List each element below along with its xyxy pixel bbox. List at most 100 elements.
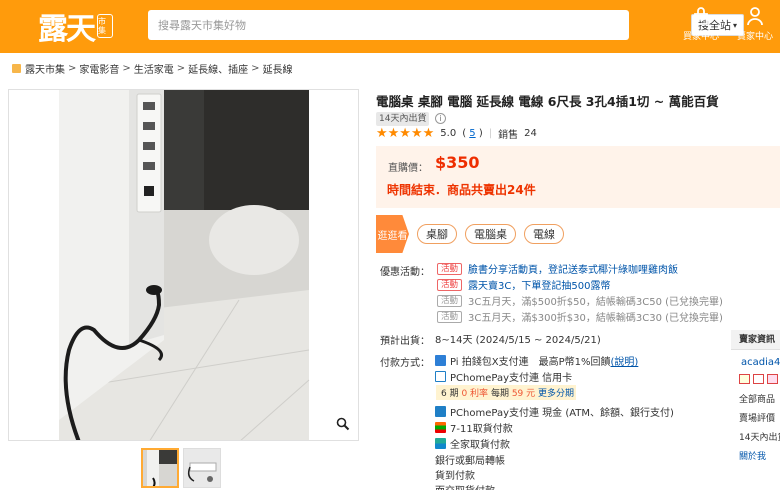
installment-periods: 6 期 — [441, 389, 459, 399]
thumbnail-2[interactable] — [183, 448, 221, 488]
review-count-value: 5 — [469, 128, 476, 139]
price-label: 直購價： — [388, 163, 428, 174]
breadcrumb-separator: > — [68, 62, 77, 74]
review-count-open: ( — [462, 128, 467, 139]
seller-info-header: 賣家資訊 — [731, 330, 780, 350]
seller-info-panel: 賣家資訊 acadia4 全部商品 賣場評價 14天內出貨 關於我 — [731, 330, 780, 490]
seven-eleven-icon — [435, 422, 446, 433]
promo-text: 露天賣3C，下單登記抽500露幣 — [468, 281, 611, 292]
installment-rate: 0 利率 — [461, 389, 489, 399]
seller-badge-icon — [739, 374, 750, 384]
seller-name-link[interactable]: acadia4 — [731, 357, 780, 368]
payment-pchome-cash-text: PChomePay支付連 現金 (ATM、餘額、銀行支付) — [450, 408, 674, 419]
breadcrumb-item[interactable]: 延長線 — [263, 61, 293, 76]
payment-label: 付款方式： — [380, 358, 430, 369]
buyer-center-button[interactable]: 買家中心 — [676, 6, 726, 42]
payment-seven-text: 7-11取貨付款 — [450, 424, 513, 435]
shipping-label: 預計出貨： — [380, 336, 430, 347]
info-icon[interactable]: i — [435, 113, 446, 124]
product-title: 電腦桌 桌腳 電腦 延長線 電線 6尺長 3孔4插1切 ~ 萬能百貨 — [376, 94, 719, 109]
tag-chip[interactable]: 電線 — [524, 224, 564, 244]
divider: | — [488, 128, 493, 139]
installment-amount: 59 元 — [511, 389, 536, 399]
promo-text: 3C五月天，滿$500折$50，結帳輸碼3C50 (已兌換完畢) — [468, 297, 723, 308]
installment-more-link[interactable]: 更多分期 — [538, 386, 574, 399]
auction-ended-text: 時間結束．商品共賣出24件 — [387, 183, 536, 197]
promo-item[interactable]: 活動 露天賣3C，下單登記抽500露幣 — [437, 277, 610, 292]
promo-text: 臉書分享活動頁，登記送泰式椰汁綠咖哩雞肉飯 — [468, 265, 679, 276]
seller-badge-icon — [753, 374, 764, 384]
pchomepay-icon — [435, 371, 446, 382]
tags-row: 逛逛看 桌腳 電腦桌 電線 — [376, 215, 564, 253]
user-icon — [747, 7, 763, 26]
installment-each: 每期 — [490, 389, 509, 399]
breadcrumb-separator: > — [122, 62, 131, 74]
promo-item[interactable]: 活動 臉書分享活動頁，登記送泰式椰汁綠咖哩雞肉飯 — [437, 261, 678, 276]
zoom-icon[interactable] — [336, 417, 350, 434]
seller-center-label: 賣家中心 — [736, 32, 773, 42]
home-icon — [12, 63, 21, 73]
promo-tag: 活動 — [437, 262, 463, 275]
seller-about-link[interactable]: 關於我 — [731, 449, 780, 462]
payment-seven: 7-11取貨付款 — [435, 420, 513, 435]
review-count-close: ) — [478, 128, 483, 139]
thumbnail-1[interactable] — [141, 448, 179, 488]
logo-text: 露天 — [38, 12, 96, 47]
payment-family: 全家取貨付款 — [435, 436, 510, 451]
payment-pchome-card-text: PChomePay支付連 信用卡 — [450, 373, 573, 384]
breadcrumb-separator: > — [251, 62, 260, 74]
payment-cod: 貨到付款 — [435, 467, 475, 482]
breadcrumb-item[interactable]: 生活家電 — [134, 61, 174, 76]
search-input[interactable] — [148, 10, 543, 40]
payment-post-text: 銀行或郵局轉帳 — [435, 456, 505, 467]
review-count[interactable]: ( 5 ) — [462, 128, 483, 139]
payment-post: 銀行或郵局轉帳 — [435, 452, 505, 467]
promotions-label: 優惠活動： — [380, 267, 430, 278]
breadcrumb: 露天市集 > 家電影音 > 生活家電 > 延長線、插座 > 延長線 — [12, 61, 293, 76]
seller-ship-time: 14天內出貨 — [739, 433, 780, 443]
pi-info-link[interactable]: (說明) — [611, 353, 639, 368]
payment-cod-text: 貨到付款 — [435, 471, 475, 482]
seller-reviews-link[interactable]: 賣場評價 — [731, 411, 780, 424]
tag-chip[interactable]: 桌腳 — [417, 224, 457, 244]
tag-chip[interactable]: 電腦桌 — [465, 224, 516, 244]
family-mart-icon — [435, 438, 446, 449]
payment-pchome-card: PChomePay支付連 信用卡 — [435, 369, 572, 384]
product-photo — [9, 90, 358, 440]
promo-tag: 活動 — [437, 310, 463, 323]
payment-pi-text: Pi 拍錢包X支付連 最高P幣1%回饋 — [450, 357, 611, 368]
seller-badge-icon — [767, 374, 778, 384]
price-box: 直購價： $350 時間結束．商品共賣出24件 — [376, 146, 780, 208]
payment-family-text: 全家取貨付款 — [450, 440, 510, 451]
promo-tag: 活動 — [437, 278, 463, 291]
promo-item[interactable]: 活動 3C五月天，滿$500折$50，結帳輸碼3C50 (已兌換完畢) — [437, 293, 723, 308]
price-value: $350 — [435, 153, 480, 172]
pchomepay-icon — [435, 406, 446, 417]
sold-label: 銷售 — [498, 130, 519, 141]
rating-score: 5.0 — [440, 128, 457, 139]
top-header: 露天 市集 搜全站 ▾ 買家中心 賣家中心 — [0, 0, 780, 53]
shop-bag-icon — [694, 7, 708, 25]
breadcrumb-item[interactable]: 家電影音 — [79, 61, 119, 76]
breadcrumb-item[interactable]: 露天市集 — [25, 61, 65, 76]
thumbnail-strip — [141, 448, 221, 488]
payment-more-text: 面交取貨付款 — [435, 482, 495, 490]
promo-item[interactable]: 活動 3C五月天，滿$300折$30，結帳輸碼3C30 (已兌換完畢) — [437, 309, 723, 324]
installment-box: 6 期 0 利率 每期 59 元 更多分期 — [436, 385, 576, 400]
tags-label: 逛逛看 — [376, 215, 409, 253]
promo-tag: 活動 — [437, 294, 463, 307]
payment-more: 面交取貨付款 — [435, 482, 495, 490]
product-main-image[interactable] — [8, 89, 359, 441]
seller-center-button[interactable]: 賣家中心 — [730, 6, 780, 42]
sold-value: 24 — [524, 128, 537, 139]
breadcrumb-item[interactable]: 延長線、插座 — [188, 61, 248, 76]
rating-row: ★★★★★ 5.0 ( 5 ) | 銷售 24 — [376, 126, 537, 141]
ruten-logo[interactable]: 露天 市集 — [38, 6, 113, 47]
logo-badge: 市集 — [97, 14, 113, 38]
seller-all-items-link[interactable]: 全部商品 — [731, 392, 780, 405]
payment-pchome-cash: PChomePay支付連 現金 (ATM、餘額、銀行支付) — [435, 404, 674, 419]
rating-stars: ★★★★★ — [376, 126, 435, 141]
breadcrumb-separator: > — [176, 62, 186, 74]
buyer-center-label: 買家中心 — [682, 32, 719, 42]
payment-pi: Pi 拍錢包X支付連 最高P幣1%回饋 (說明) — [435, 353, 638, 368]
